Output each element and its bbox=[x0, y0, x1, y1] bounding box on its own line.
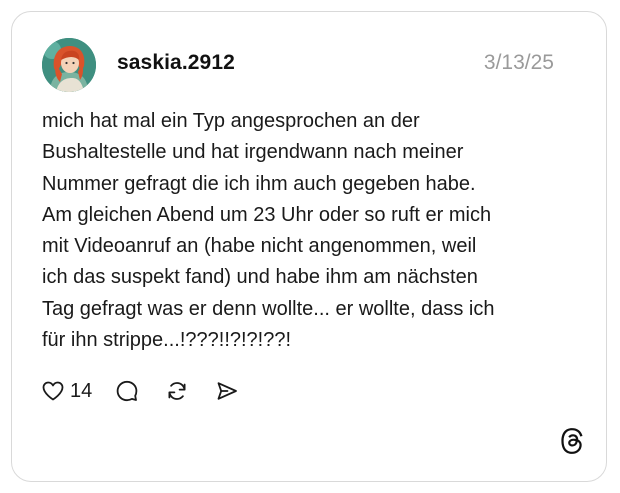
avatar-illustration bbox=[42, 38, 96, 92]
threads-post-card: saskia.2912 3/13/25 mich hat mal ein Typ… bbox=[11, 11, 607, 482]
repost-icon bbox=[168, 382, 186, 400]
post-date: 3/13/25 bbox=[483, 51, 554, 74]
like-count: 14 bbox=[70, 379, 93, 402]
threads-logo-icon bbox=[559, 427, 585, 455]
comment-button[interactable] bbox=[115, 379, 139, 403]
share-button[interactable] bbox=[215, 379, 239, 403]
username[interactable]: saskia.2912 bbox=[117, 51, 235, 75]
like-button[interactable]: 14 bbox=[41, 379, 115, 403]
post-text: mich hat mal ein Typ angesprochen an der… bbox=[42, 110, 495, 352]
avatar[interactable] bbox=[42, 38, 96, 92]
comment-icon bbox=[116, 380, 138, 402]
post-actions: 14 bbox=[41, 376, 239, 406]
share-icon bbox=[217, 382, 238, 400]
heart-icon bbox=[42, 381, 64, 401]
repost-button[interactable] bbox=[165, 379, 189, 403]
